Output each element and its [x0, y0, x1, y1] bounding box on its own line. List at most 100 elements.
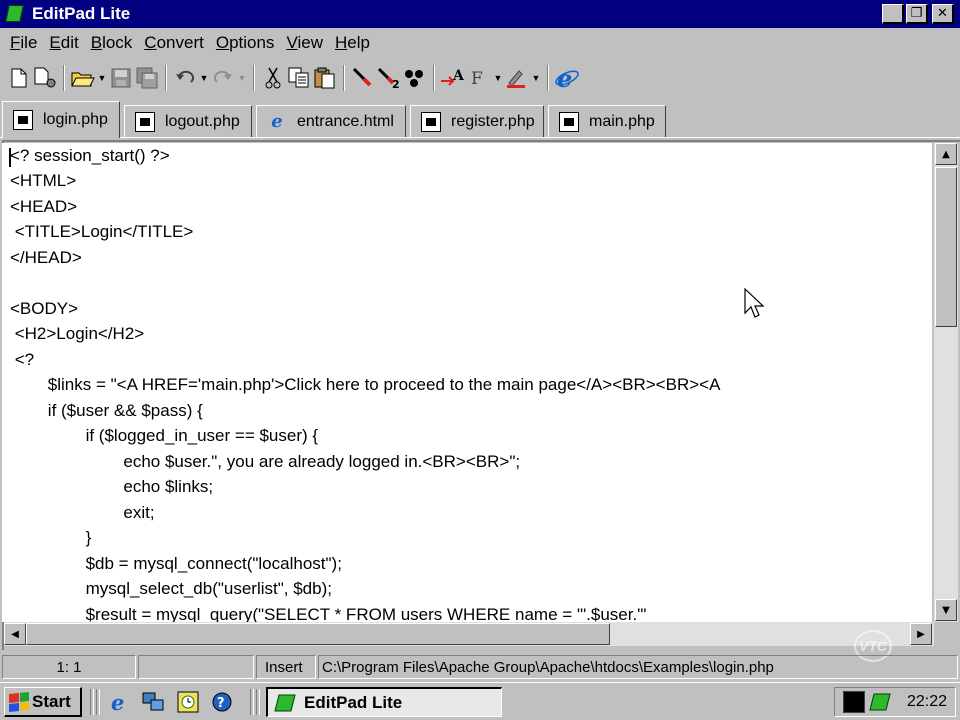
find-button[interactable] [350, 64, 376, 92]
open-button[interactable] [70, 64, 96, 92]
new-file-button[interactable] [6, 64, 32, 92]
copy-icon [288, 67, 309, 88]
scroll-down-button[interactable]: ▼ [935, 599, 957, 621]
scroll-right-button[interactable]: ▶ [910, 623, 932, 645]
font-button[interactable]: F [466, 64, 492, 92]
insert-char-button[interactable]: A [440, 64, 466, 92]
new-file-icon [11, 68, 27, 88]
menu-convert[interactable]: Convert [138, 33, 210, 53]
redo-icon [214, 70, 232, 83]
code-line: echo $user.", you are already logged in.… [10, 452, 521, 471]
tab-register-php[interactable]: register.php [410, 105, 544, 137]
color-dropdown[interactable]: ▼ [530, 64, 542, 92]
clock[interactable]: 22:22 [907, 693, 947, 711]
menu-view-accel: V [286, 33, 298, 52]
toolbar-separator [63, 65, 65, 91]
quick-launch-network[interactable] [142, 691, 166, 713]
color-button[interactable] [504, 64, 530, 92]
taskbar-separator [256, 689, 260, 715]
arrow-right-icon: ▶ [917, 628, 925, 640]
svg-text:?: ? [217, 696, 225, 711]
svg-text:e: e [557, 66, 572, 90]
taskbar-separator [90, 689, 94, 715]
new-file-options-button[interactable] [32, 64, 58, 92]
scroll-left-button[interactable]: ◀ [4, 623, 26, 645]
redo-dropdown[interactable]: ▼ [236, 64, 248, 92]
status-panel-empty [138, 655, 254, 679]
tab-logout-php[interactable]: logout.php [124, 105, 252, 137]
editpad-app-icon [274, 694, 296, 711]
open-dropdown[interactable]: ▼ [96, 64, 108, 92]
menu-block-label: lock [102, 33, 133, 52]
vertical-scroll-thumb[interactable] [935, 167, 957, 327]
tab-label: logout.php [165, 112, 240, 130]
menu-view[interactable]: View [280, 33, 329, 53]
taskbar-editpad-button[interactable]: EditPad Lite [266, 687, 502, 717]
minimize-button[interactable]: ▁ [882, 4, 904, 25]
title-bar[interactable]: EditPad Lite ▁ ❐ ✕ [0, 0, 960, 28]
code-editor[interactable]: <? session_start() ?> <HTML> <HEAD> <TIT… [2, 143, 932, 622]
font-dropdown[interactable]: ▼ [492, 64, 504, 92]
horizontal-scroll-thumb[interactable] [26, 623, 610, 645]
clock-utility-icon [177, 691, 199, 713]
tab-login-php[interactable]: login.php [2, 101, 120, 138]
maximize-button[interactable]: ❐ [906, 4, 928, 24]
find-next-button[interactable]: 2 [376, 64, 402, 92]
editpad-tray-icon[interactable] [869, 692, 893, 712]
menu-options[interactable]: Options [210, 33, 281, 53]
save-all-button[interactable] [134, 64, 160, 92]
start-label: Start [32, 691, 71, 711]
tray-app-icon[interactable] [843, 691, 865, 713]
code-line: <? [10, 350, 35, 369]
taskbar-editpad-label: EditPad Lite [304, 692, 403, 712]
undo-dropdown[interactable]: ▼ [198, 64, 210, 92]
new-file-options-icon [34, 67, 56, 88]
scroll-up-button[interactable]: ▲ [935, 143, 957, 165]
arrow-down-icon: ▼ [942, 604, 950, 616]
code-line: <H2>Login</H2> [10, 324, 145, 343]
file-tabs: login.php logout.php e entrance.html reg… [0, 100, 960, 138]
close-button[interactable]: ✕ [932, 4, 954, 24]
save-button[interactable] [108, 64, 134, 92]
undo-icon [176, 70, 194, 83]
internet-explorer-button[interactable]: e [554, 64, 580, 92]
quick-launch-ie[interactable]: e [108, 691, 132, 713]
insert-char-icon: A [441, 68, 465, 86]
redo-button[interactable] [210, 64, 236, 92]
code-line: <BODY> [10, 299, 79, 318]
code-line: </HEAD> [10, 248, 82, 267]
toolbar-separator [343, 65, 345, 91]
toolbar-separator [253, 65, 255, 91]
menu-edit[interactable]: Edit [43, 33, 84, 53]
color-icon [507, 70, 525, 88]
toolbar-separator [547, 65, 549, 91]
save-icon [111, 68, 131, 88]
font-icon: F [471, 69, 483, 89]
quick-launch-clock[interactable] [176, 691, 200, 713]
toolbar-separator [433, 65, 435, 91]
cut-icon [265, 67, 281, 89]
undo-button[interactable] [172, 64, 198, 92]
svg-text:2: 2 [392, 78, 400, 89]
text-caret [9, 148, 11, 167]
menu-block[interactable]: Block [85, 33, 139, 53]
vertical-scrollbar[interactable]: ▲ ▼ [934, 143, 958, 622]
php-file-icon [421, 111, 441, 132]
menu-help-accel: H [335, 33, 348, 52]
menu-help[interactable]: Help [329, 33, 376, 53]
paste-button[interactable] [312, 64, 338, 92]
tab-main-php[interactable]: main.php [548, 105, 666, 137]
code-line: } [10, 528, 92, 547]
menu-file[interactable]: File [4, 33, 43, 53]
code-line: <? session_start() ?> [10, 146, 170, 165]
taskbar-separator [96, 689, 100, 715]
quick-launch-help[interactable]: ? [210, 691, 234, 713]
start-button[interactable]: Start [4, 687, 82, 717]
arrow-up-icon: ▲ [942, 148, 950, 160]
tab-entrance-html[interactable]: e entrance.html [256, 105, 406, 137]
copy-button[interactable] [286, 64, 312, 92]
horizontal-scrollbar[interactable]: ◀ ▶ [4, 622, 934, 646]
editpad-app-icon[interactable] [4, 3, 26, 25]
cut-button[interactable] [260, 64, 286, 92]
replace-button[interactable] [402, 64, 428, 92]
